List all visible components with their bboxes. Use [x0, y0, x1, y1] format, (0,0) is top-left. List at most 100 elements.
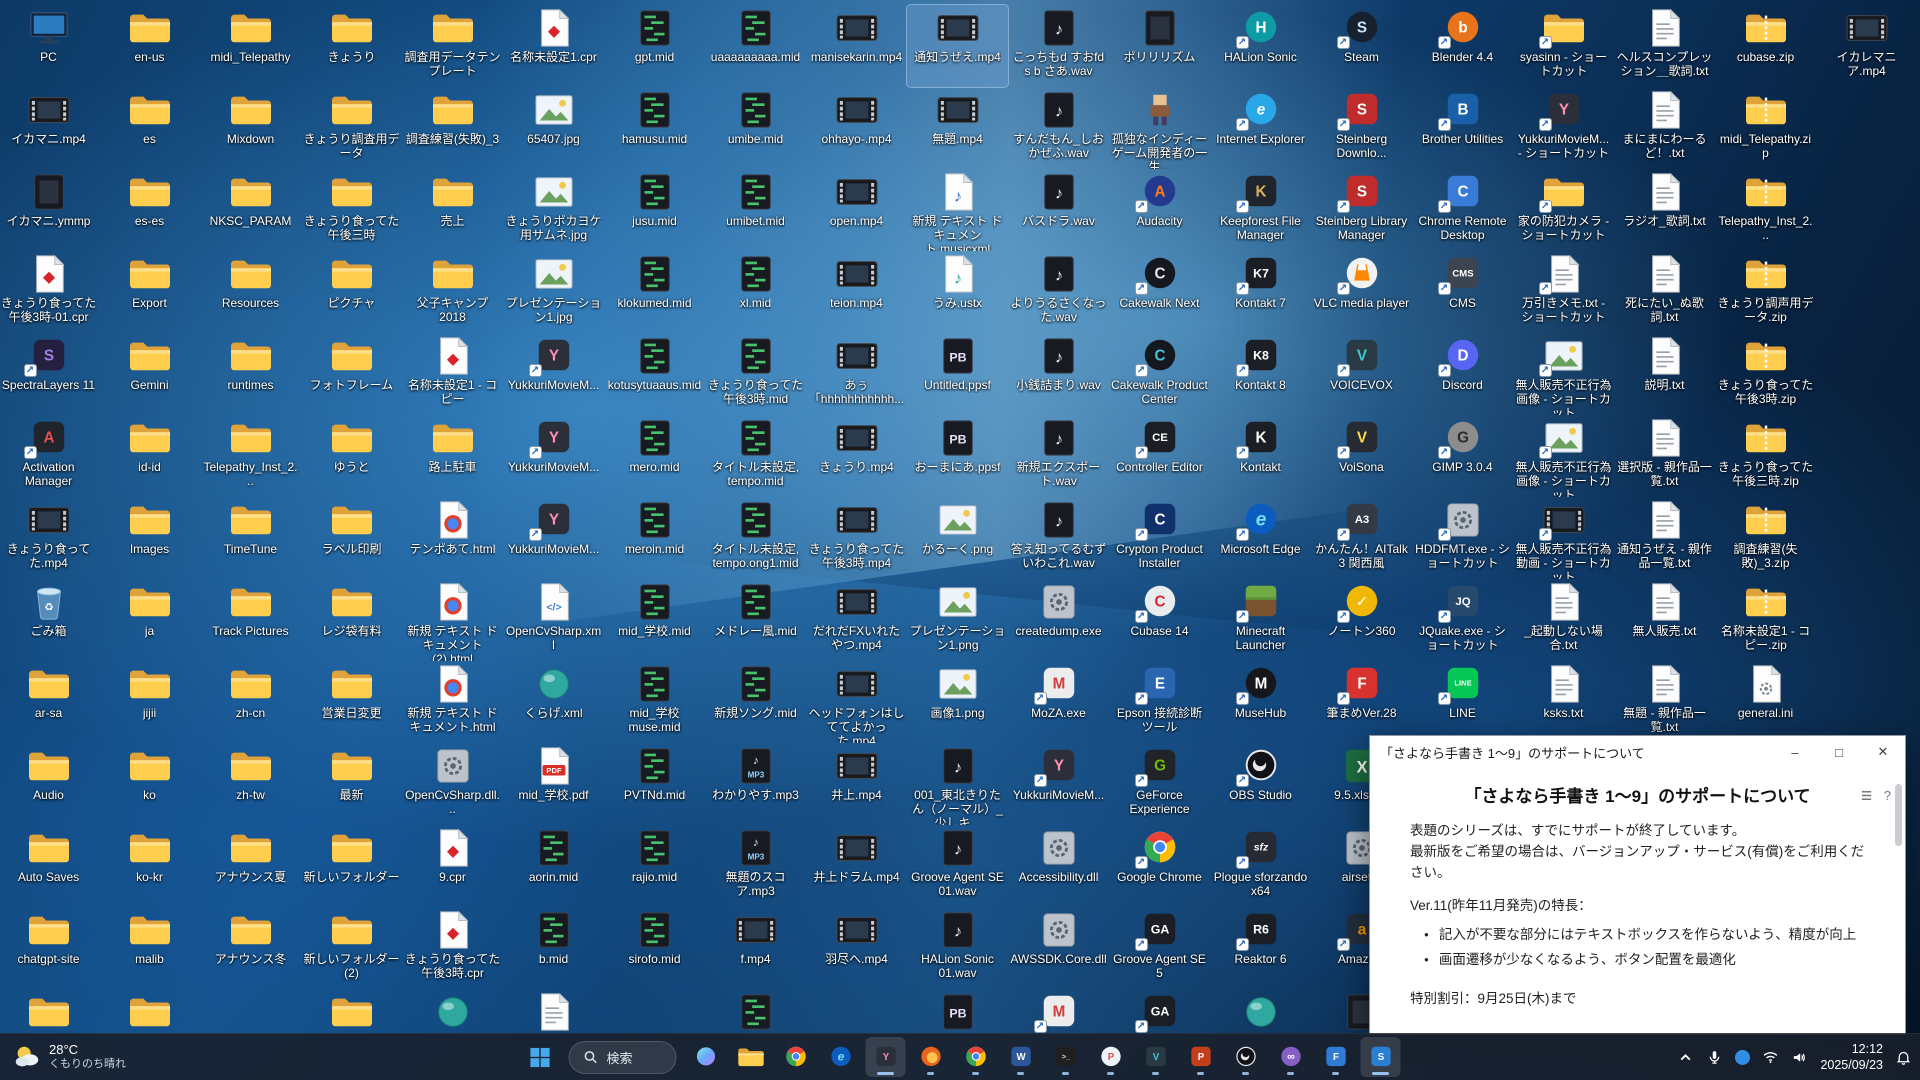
taskbar-paint[interactable]: P	[1091, 1037, 1131, 1077]
desktop-icon[interactable]: ヘルスコンプレッション＿歌詞.txt	[1614, 5, 1715, 87]
desktop-icon[interactable]: zh-cn	[200, 661, 301, 743]
desktop-icon[interactable]: createdump.exe	[1008, 579, 1109, 661]
desktop-icon[interactable]: 新しいフォルダー	[301, 825, 402, 907]
desktop-icon[interactable]: Track Pictures	[200, 579, 301, 661]
desktop-icon[interactable]: </>OpenCvSharp.xml	[503, 579, 604, 661]
desktop-icon[interactable]: 選択版 - 親作品一覧.txt	[1614, 415, 1715, 497]
desktop-icon[interactable]: malib	[99, 907, 200, 989]
desktop-icon[interactable]: general.ini	[1715, 661, 1816, 743]
desktop-icon[interactable]: TimeTune	[200, 497, 301, 579]
desktop-icon[interactable]: ♪バスドラ.wav	[1008, 169, 1109, 251]
desktop-icon[interactable]: PBおーまにあ.ppsf	[907, 415, 1008, 497]
taskbar-voicevox[interactable]: V	[1136, 1037, 1176, 1077]
desktop-icon[interactable]: プレゼンテーション1.png	[907, 579, 1008, 661]
desktop-icon[interactable]: 営業日変更	[301, 661, 402, 743]
desktop-icon[interactable]: F↗筆まめVer.28	[1311, 661, 1412, 743]
microphone-icon[interactable]	[1706, 1049, 1723, 1066]
desktop-icon[interactable]: JQ↗JQuake.exe - ショートカット	[1412, 579, 1513, 661]
desktop-icon[interactable]: メドレー風.mid	[705, 579, 806, 661]
desktop-icon[interactable]: ラベル印刷	[301, 497, 402, 579]
desktop-icon[interactable]: zh-tw	[200, 743, 301, 825]
desktop-icon[interactable]: ar-sa	[0, 661, 99, 743]
desktop-icon[interactable]: LINE↗LINE	[1412, 661, 1513, 743]
desktop-icon[interactable]: 説明.txt	[1614, 333, 1715, 415]
desktop-icon[interactable]: midi_Telepathy	[200, 5, 301, 87]
close-button[interactable]: ✕	[1861, 736, 1905, 768]
desktop-icon[interactable]: S↗Steam	[1311, 5, 1412, 87]
desktop-icon[interactable]: ラジオ_歌詞.txt	[1614, 169, 1715, 251]
desktop-icon[interactable]: es-es	[99, 169, 200, 251]
taskbar-powerpoint[interactable]: P	[1181, 1037, 1221, 1077]
taskbar-files-app[interactable]: F	[1316, 1037, 1356, 1077]
desktop-icon[interactable]: hamusu.mid	[604, 87, 705, 169]
taskbar-copilot[interactable]	[686, 1037, 726, 1077]
desktop-icon[interactable]: chatgpt-site	[0, 907, 99, 989]
desktop-icon[interactable]: ♪001_東北きりたん（ノーマル）_少しキ...	[907, 743, 1008, 825]
volume-icon[interactable]	[1791, 1049, 1808, 1066]
desktop-icon[interactable]: AWSSDK.Core.dll	[1008, 907, 1109, 989]
taskbar-media-app[interactable]: Y	[866, 1037, 906, 1077]
desktop-icon[interactable]: Y↗YukkuriMovieM...	[503, 333, 604, 415]
desktop-icon[interactable]: rajio.mid	[604, 825, 705, 907]
desktop-icon[interactable]: ♪HALion Sonic 01.wav	[907, 907, 1008, 989]
taskbar-chrome[interactable]	[776, 1037, 816, 1077]
desktop-icon[interactable]: きょうりポカヨケ用サムネ.jpg	[503, 169, 604, 251]
desktop-icon[interactable]: ♻ごみ箱	[0, 579, 99, 661]
desktop-icon[interactable]: PVTNd.mid	[604, 743, 705, 825]
desktop-icon[interactable]: GA↗Groove Agent SE 5	[1109, 907, 1210, 989]
desktop-icon[interactable]: ksks.txt	[1513, 661, 1614, 743]
desktop-icon[interactable]: ohhayo-.mp4	[806, 87, 907, 169]
desktop-icon[interactable]: D↗Discord	[1412, 333, 1513, 415]
desktop-icon[interactable]: jusu.mid	[604, 169, 705, 251]
help-icon[interactable]: ?	[1884, 788, 1891, 803]
desktop-icon[interactable]: Images	[99, 497, 200, 579]
notification-bell-icon[interactable]	[1895, 1049, 1912, 1066]
desktop-icon[interactable]: ✓↗ノートン360	[1311, 579, 1412, 661]
taskbar-edge[interactable]: e	[821, 1037, 861, 1077]
desktop-icon[interactable]: 羽尽へ.mp4	[806, 907, 907, 989]
desktop-icon[interactable]: まにまにわーるど！.txt	[1614, 87, 1715, 169]
desktop-icon[interactable]: Y↗YukkuriMovieM...	[503, 497, 604, 579]
desktop-icon[interactable]: ♪よりうるさくなった.wav	[1008, 251, 1109, 333]
taskbar-word[interactable]: W	[1001, 1037, 1041, 1077]
desktop-icon[interactable]: 最新	[301, 743, 402, 825]
desktop-icon[interactable]: きょうり食ってた午後3時.mid	[705, 333, 806, 415]
list-icon[interactable]	[1859, 788, 1874, 803]
desktop-icon[interactable]: Audio	[0, 743, 99, 825]
desktop-icon[interactable]: 65407.jpg	[503, 87, 604, 169]
desktop-icon[interactable]: mero.mid	[604, 415, 705, 497]
taskbar-search[interactable]: 検索	[569, 1041, 677, 1074]
desktop-icon[interactable]: ↗OBS Studio	[1210, 743, 1311, 825]
desktop-icon[interactable]: ♪すんだもん_しおかぜふ.wav	[1008, 87, 1109, 169]
desktop-icon[interactable]: ポリリリズム	[1109, 5, 1210, 87]
desktop-icon[interactable]: Gemini	[99, 333, 200, 415]
desktop-icon[interactable]: 無題 - 親作品一覧.txt	[1614, 661, 1715, 743]
desktop-icon[interactable]: 無題.mp4	[907, 87, 1008, 169]
desktop-icon[interactable]: C↗Cakewalk Product Center	[1109, 333, 1210, 415]
desktop-icon[interactable]: es	[99, 87, 200, 169]
desktop-icon[interactable]: ↗無人販売不正行為画像 - ショートカット	[1513, 333, 1614, 415]
desktop-icon[interactable]: きょうり食ってた午後3時.zip	[1715, 333, 1816, 415]
desktop-icon[interactable]: きょうり食ってた午後3時.cpr	[402, 907, 503, 989]
desktop-icon[interactable]: ko	[99, 743, 200, 825]
desktop-icon[interactable]: E↗Epson 接続診断ツール	[1109, 661, 1210, 743]
desktop-icon[interactable]: 売上	[402, 169, 503, 251]
desktop-icon[interactable]: xl.mid	[705, 251, 806, 333]
desktop-icon[interactable]: K↗Kontakt	[1210, 415, 1311, 497]
taskbar-chrome-profile-2[interactable]	[956, 1037, 996, 1077]
desktop-icon[interactable]: PDFmid_学校.pdf	[503, 743, 604, 825]
desktop-icon[interactable]: V↗VOICEVOX	[1311, 333, 1412, 415]
desktop-icon[interactable]: きょうり食ってた.mp4	[0, 497, 99, 579]
desktop-icon[interactable]: ↗Google Chrome	[1109, 825, 1210, 907]
taskbar-file-explorer[interactable]	[731, 1037, 771, 1077]
desktop-icon[interactable]: midi_Telepathy.zip	[1715, 87, 1816, 169]
desktop-icon[interactable]: 無人販売.txt	[1614, 579, 1715, 661]
dialog-scrollbar[interactable]	[1895, 772, 1902, 1028]
desktop-icon[interactable]: en-us	[99, 5, 200, 87]
desktop-icon[interactable]: 画像1.png	[907, 661, 1008, 743]
desktop-icon[interactable]: イカレマニア.mp4	[1816, 5, 1917, 87]
desktop-icon[interactable]: PC	[0, 5, 99, 87]
desktop-icon[interactable]: 井上ドラム.mp4	[806, 825, 907, 907]
desktop-icon[interactable]: K8↗Kontakt 8	[1210, 333, 1311, 415]
desktop-icon[interactable]: きょうり食ってた午後3時.mp4	[806, 497, 907, 579]
